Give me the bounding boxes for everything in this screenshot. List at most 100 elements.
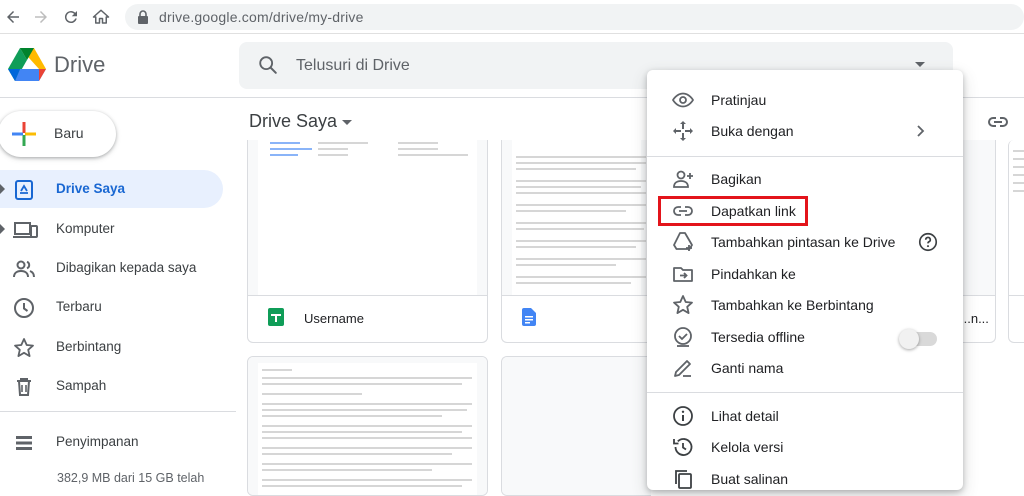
context-menu: Pratinjau Buka dengan Bagikan Dapatkan l… [647,70,963,490]
search-icon[interactable] [257,54,279,76]
back-arrow-icon[interactable] [2,6,24,28]
file-preview [502,357,651,495]
sidebar-item-label: Berbintang [56,339,122,354]
sidebar-item-computers[interactable]: Komputer [0,210,223,248]
sidebar-item-recent[interactable]: Terbaru [0,288,223,326]
star-icon [12,336,36,360]
open-with-icon [671,119,695,143]
person-add-icon [671,167,695,191]
menu-item-manage-versions[interactable]: Kelola versi [647,432,963,462]
sheets-icon [268,308,284,326]
address-bar[interactable]: drive.google.com/drive/my-drive [125,4,1024,30]
search-input[interactable]: Telusuri di Drive [296,57,410,75]
file-preview [248,140,487,296]
menu-item-label: Tersedia offline [711,329,805,345]
menu-divider [647,156,963,157]
add-shortcut-icon [671,230,695,254]
pencil-icon [671,356,695,380]
title-dropdown-icon[interactable] [342,120,352,125]
menu-item-label: Bagikan [711,171,762,187]
file-preview [502,140,651,296]
menu-item-label: Tambahkan ke Berbintang [711,297,874,313]
menu-item-offline[interactable]: Tersedia offline [647,322,963,352]
sidebar-item-starred[interactable]: Berbintang [0,328,223,366]
plus-icon [12,122,36,146]
drive-logo-icon[interactable] [8,48,46,82]
file-preview [962,140,995,296]
menu-item-rename[interactable]: Ganti nama [647,353,963,383]
move-to-icon [671,262,695,286]
sidebar-item-label: Sampah [56,378,107,393]
new-button[interactable]: Baru [0,111,116,157]
file-card[interactable] [501,140,651,343]
menu-item-add-shortcut[interactable]: Tambahkan pintasan ke Drive [647,227,963,257]
reload-icon[interactable] [60,6,82,28]
menu-item-preview[interactable]: Pratinjau [647,85,963,115]
lock-icon [137,10,149,24]
spreadsheet-preview [258,140,477,295]
sidebar-item-label: Terbaru [56,299,102,314]
page-title[interactable]: Drive Saya [249,111,337,132]
star-outline-icon [671,293,695,317]
search-options-icon[interactable] [915,62,925,67]
sidebar-item-label: Drive Saya [56,181,126,196]
sidebar-divider [0,411,236,412]
file-card[interactable] [501,356,651,496]
file-card[interactable] [247,356,488,496]
history-icon [671,435,695,459]
sidebar-item-label: Komputer [56,221,115,236]
sidebar-item-label: Dibagikan kepada saya [56,260,197,275]
document-preview [512,140,646,295]
shared-people-icon [12,257,36,281]
document-preview [258,363,477,495]
eye-icon [671,88,695,112]
file-card[interactable]: Username [247,140,488,343]
browser-toolbar: drive.google.com/drive/my-drive [0,0,1024,34]
my-drive-icon [12,178,36,202]
menu-item-move-to[interactable]: Pindahkan ke [647,259,963,289]
file-preview [248,357,487,495]
forward-arrow-icon[interactable] [30,6,52,28]
menu-item-make-copy[interactable]: Buat salinan [647,464,963,494]
sidebar-item-my-drive[interactable]: Drive Saya [0,170,223,208]
menu-item-label: Pindahkan ke [711,266,796,282]
help-icon[interactable] [917,231,939,253]
docs-icon [522,308,538,326]
sidebar-item-storage[interactable]: Penyimpanan [0,423,223,461]
new-button-label: Baru [54,125,84,141]
offline-toggle-knob[interactable] [899,329,919,349]
get-link-toolbar-icon[interactable] [986,110,1010,134]
sidebar-item-trash[interactable]: Sampah [0,367,223,405]
expand-caret-icon[interactable] [0,224,5,234]
computer-icon [12,218,38,242]
file-preview [1009,140,1024,296]
sidebar-item-label: Penyimpanan [56,434,139,449]
expand-caret-icon[interactable] [0,184,5,194]
chevron-right-icon [913,122,929,140]
storage-usage-text: 382,9 MB dari 15 GB telah [57,471,205,485]
storage-icon [12,431,36,455]
highlight-annotation [658,196,808,226]
menu-item-label: Kelola versi [711,439,784,455]
file-name: Username [304,311,364,326]
file-card[interactable]: ...n... [962,140,996,343]
home-icon[interactable] [90,6,112,28]
url-text: drive.google.com/drive/my-drive [159,9,364,25]
sidebar-item-shared[interactable]: Dibagikan kepada saya [0,249,223,287]
menu-item-view-details[interactable]: Lihat detail [647,401,963,431]
menu-item-label: Ganti nama [711,360,784,376]
menu-item-open-with[interactable]: Buka dengan [647,116,963,146]
copy-icon [671,467,695,491]
menu-divider [647,392,963,393]
menu-item-add-starred[interactable]: Tambahkan ke Berbintang [647,290,963,320]
menu-item-label: Lihat detail [711,408,779,424]
offline-check-icon [671,325,695,349]
menu-item-label: Tambahkan pintasan ke Drive [711,234,896,250]
file-card[interactable] [1008,140,1024,343]
menu-item-label: Buat salinan [711,471,789,487]
app-title: Drive [54,52,106,77]
menu-item-share[interactable]: Bagikan [647,164,963,194]
menu-item-label: Pratinjau [711,92,767,108]
trash-icon [12,375,36,399]
menu-item-label: Buka dengan [711,123,794,139]
